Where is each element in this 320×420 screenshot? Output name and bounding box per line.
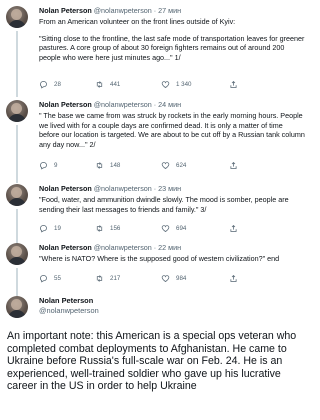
tweet-paragraph: "Sitting close to the frontline, the las… [39, 33, 305, 62]
tweet[interactable]: Nolan Peterson @nolanwpeterson · 27 мин … [0, 0, 309, 97]
author-name[interactable]: Nolan Peterson [39, 296, 99, 306]
tweet[interactable]: Nolan Peterson @nolanwpeterson · 22 мин … [0, 241, 309, 296]
share-button[interactable] [229, 161, 238, 170]
avatar[interactable] [6, 100, 28, 122]
tweet-text: " The base we came from was struck by ro… [39, 111, 305, 156]
like-count: 1 340 [176, 81, 192, 88]
heart-icon [161, 81, 170, 88]
retweet-icon [96, 225, 103, 232]
heart-icon [161, 162, 170, 169]
like-button[interactable]: 984 [161, 274, 186, 283]
share-icon [230, 161, 237, 169]
tweet-time[interactable]: 23 мин [158, 184, 181, 193]
retweet-icon [96, 275, 103, 282]
tweet-text: "Food, water, and ammunition dwindle slo… [39, 195, 305, 221]
retweet-button[interactable]: 217 [95, 274, 120, 283]
retweet-count: 156 [110, 225, 121, 232]
reply-icon [40, 275, 47, 283]
tweet-text: "Where is NATO? Where is the supposed go… [39, 254, 305, 271]
heart-icon [161, 225, 170, 232]
author-handle[interactable]: @nolanwpeterson [94, 184, 152, 193]
tweet-paragraph: "Where is NATO? Where is the supposed go… [39, 254, 280, 263]
share-button[interactable] [229, 80, 238, 89]
reply-icon [40, 81, 47, 89]
tweet-header: Nolan Peterson @nolanwpeterson · 22 мин [39, 243, 182, 252]
thread-line [16, 268, 18, 296]
reply-button[interactable]: 55 [39, 274, 61, 283]
retweet-icon [96, 81, 103, 88]
thread-line [16, 31, 18, 97]
reply-icon [40, 225, 47, 233]
author-handle[interactable]: @nolanwpeterson [39, 306, 99, 316]
retweet-count: 148 [110, 162, 121, 169]
heart-icon [161, 275, 170, 282]
avatar[interactable] [6, 184, 28, 206]
like-count: 984 [176, 275, 187, 282]
like-count: 694 [176, 225, 187, 232]
tweet-actions: 28 441 1 340 [39, 80, 269, 89]
retweet-button[interactable]: 156 [95, 224, 120, 233]
tweet-paragraph: From an American volunteer on the front … [39, 17, 236, 26]
reply-icon [40, 162, 47, 170]
avatar[interactable] [6, 6, 28, 28]
retweet-button[interactable]: 148 [95, 161, 120, 170]
tweet-text: From an American volunteer on the front … [39, 17, 305, 69]
tweet-time[interactable]: 22 мин [158, 243, 181, 252]
thread-line [16, 209, 18, 245]
tweet-header: Nolan Peterson @nolanwpeterson · 23 мин [39, 184, 182, 193]
reply-count: 55 [54, 275, 61, 282]
retweet-count: 441 [110, 81, 121, 88]
share-icon [230, 80, 237, 88]
author-handle[interactable]: @nolanwpeterson [94, 6, 152, 15]
tweet-actions: 9 148 624 [39, 161, 269, 170]
tweet-time[interactable]: 27 мин [158, 6, 181, 15]
author-name[interactable]: Nolan Peterson [39, 6, 92, 15]
tweet-paragraph: "Food, water, and ammunition dwindle slo… [39, 195, 289, 214]
thread-line [16, 125, 18, 183]
like-button[interactable]: 1 340 [161, 80, 191, 89]
tweet-actions: 19 156 694 [39, 224, 269, 233]
reply-button[interactable]: 19 [39, 224, 61, 233]
retweet-icon [96, 162, 103, 169]
author-name[interactable]: Nolan Peterson [39, 243, 92, 252]
tweet-header: Nolan Peterson @nolanwpeterson · 27 мин [39, 6, 182, 15]
author-name[interactable]: Nolan Peterson [39, 184, 92, 193]
author-name[interactable]: Nolan Peterson [39, 100, 92, 109]
author-handle[interactable]: @nolanwpeterson [94, 100, 152, 109]
final-author-block[interactable]: Nolan Peterson @nolanwpeterson [0, 295, 309, 325]
tweet[interactable]: Nolan Peterson @nolanwpeterson · 24 мин … [0, 96, 309, 183]
tweet[interactable]: Nolan Peterson @nolanwpeterson · 23 мин … [0, 180, 309, 245]
tweet-actions: 55 217 984 [39, 274, 269, 283]
share-button[interactable] [229, 274, 238, 283]
important-note-text: An important note: this American is a sp… [7, 330, 297, 393]
share-icon [230, 274, 237, 282]
author-header: Nolan Peterson @nolanwpeterson [39, 296, 99, 315]
like-count: 624 [176, 162, 187, 169]
reply-count: 19 [54, 225, 61, 232]
tweet-paragraph: " The base we came from was struck by ro… [39, 111, 305, 149]
author-handle[interactable]: @nolanwpeterson [94, 243, 152, 252]
reply-button[interactable]: 9 [39, 161, 57, 170]
share-button[interactable] [229, 224, 238, 233]
share-icon [230, 224, 237, 232]
avatar[interactable] [6, 243, 28, 265]
tweet-header: Nolan Peterson @nolanwpeterson · 24 мин [39, 100, 182, 109]
reply-count: 9 [54, 162, 58, 169]
like-button[interactable]: 694 [161, 224, 186, 233]
avatar[interactable] [6, 296, 28, 318]
reply-button[interactable]: 28 [39, 80, 61, 89]
tweet-time[interactable]: 24 мин [158, 100, 181, 109]
like-button[interactable]: 624 [161, 161, 186, 170]
reply-count: 28 [54, 81, 61, 88]
retweet-button[interactable]: 441 [95, 80, 120, 89]
retweet-count: 217 [110, 275, 121, 282]
